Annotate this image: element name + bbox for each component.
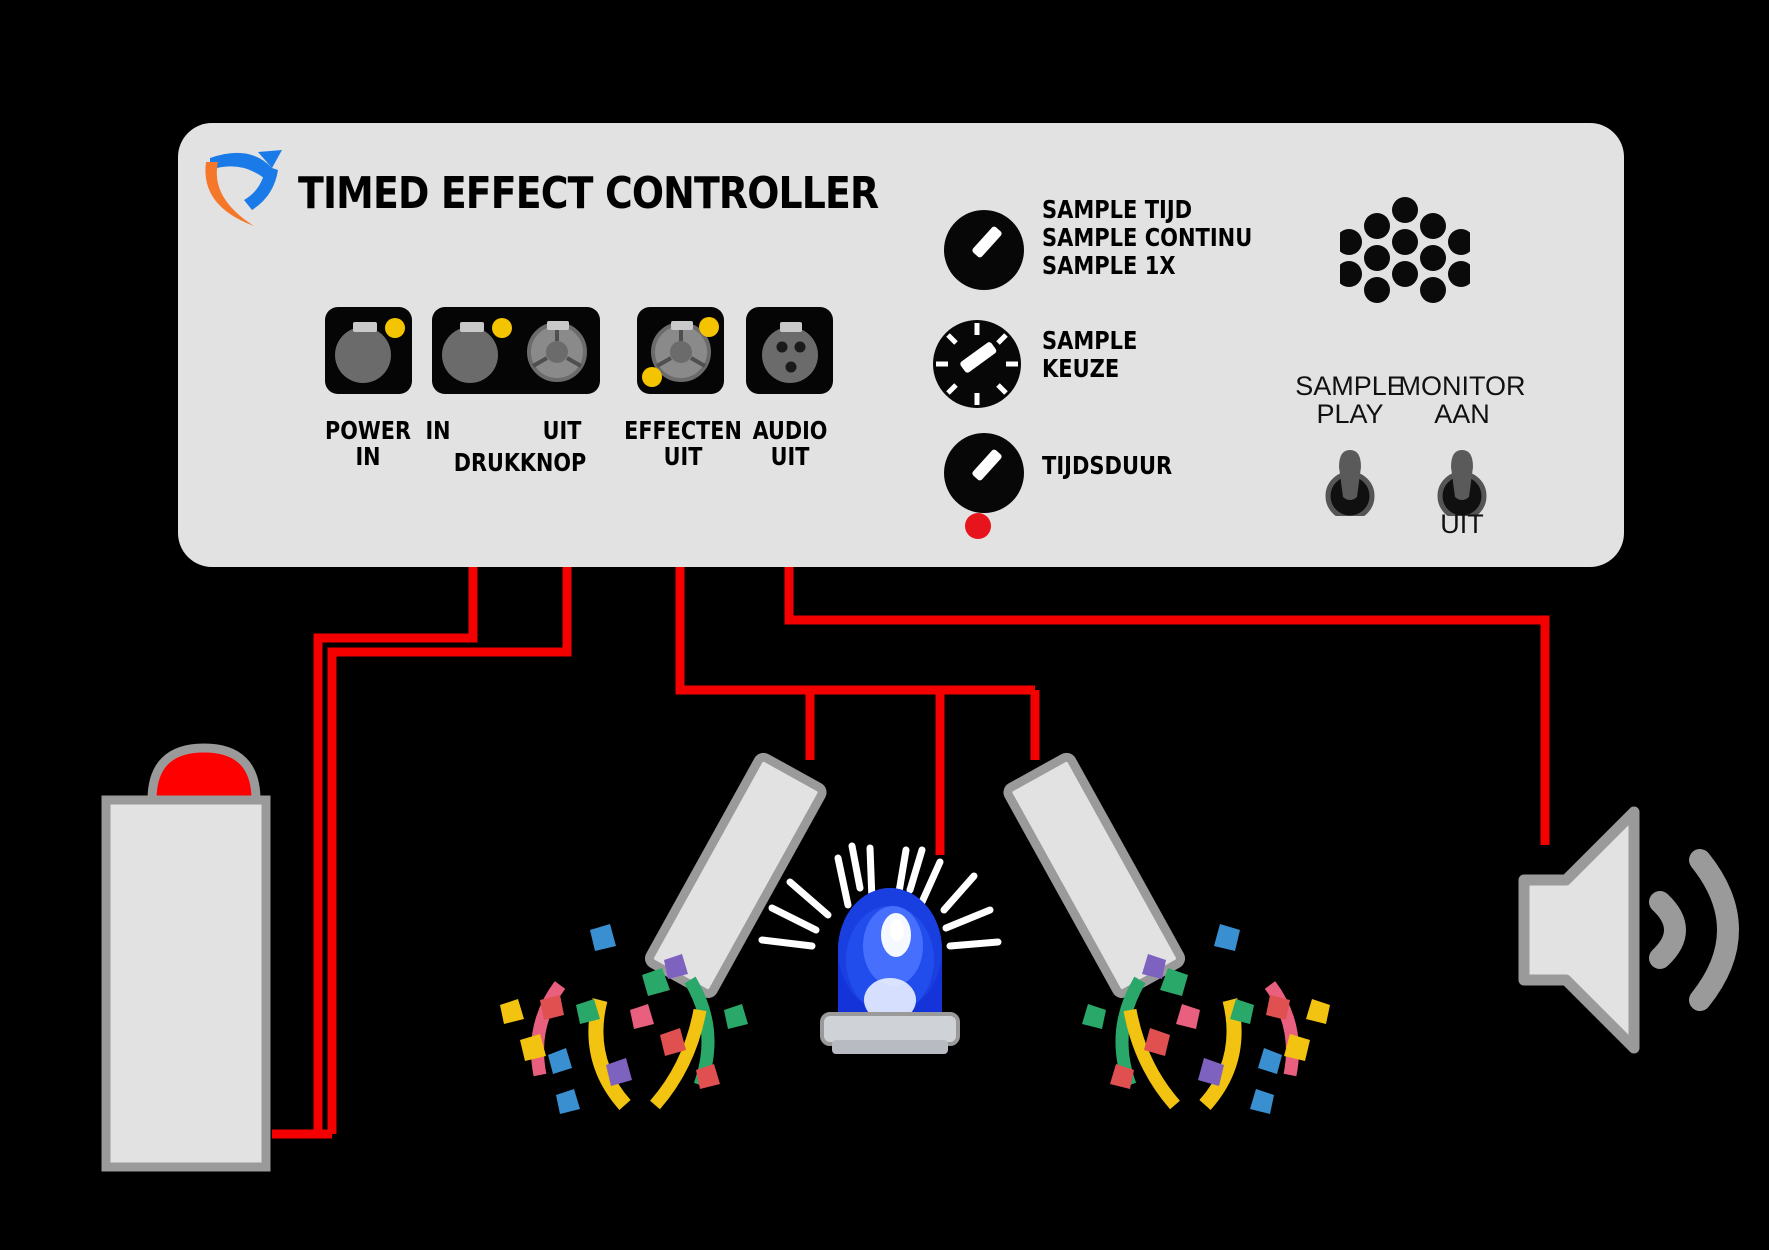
connector-label-audio-uit: AUDIO UIT: [752, 416, 828, 471]
connector-effecten-uit[interactable]: [637, 307, 724, 394]
diagram-canvas: TIMED EFFECT CONTROLLER POWER IN IN UIT …: [0, 0, 1769, 1250]
tijdsduur-knob[interactable]: [943, 432, 1025, 514]
speaker-grille: [1340, 197, 1470, 303]
monitor-switch-label: MONITOR AAN: [1398, 371, 1526, 430]
monitor-switch-off-label: UIT: [1440, 509, 1484, 539]
connector-label-drukknop-uit: UIT: [542, 416, 582, 445]
sample-play-switch[interactable]: [1316, 438, 1384, 516]
connector-power-in[interactable]: [325, 307, 412, 394]
brand-logo: [205, 150, 282, 226]
beacon-light: [758, 842, 1002, 1054]
sample-mode-knob[interactable]: [943, 209, 1025, 291]
sample-mode-knob-label: SAMPLE TIJD SAMPLE CONTINU SAMPLE 1X: [1042, 195, 1253, 280]
page-title: TIMED EFFECT CONTROLLER: [298, 168, 879, 219]
sample-keuze-knob[interactable]: [931, 318, 1023, 410]
status-led: [965, 513, 991, 539]
sample-keuze-knob-label: SAMPLE KEUZE: [1042, 326, 1138, 383]
pushbutton-device: [101, 743, 271, 1172]
connector-label-drukknop-in: IN: [425, 416, 451, 445]
monitor-switch[interactable]: [1428, 438, 1496, 516]
connector-label-drukknop: DRUKKNOP: [453, 448, 587, 477]
connector-audio-uit[interactable]: [746, 307, 833, 394]
tijdsduur-knob-label: TIJDSDUUR: [1042, 451, 1173, 480]
speaker-device: [1518, 806, 1739, 1054]
connector-drukknop-group[interactable]: [432, 307, 600, 394]
